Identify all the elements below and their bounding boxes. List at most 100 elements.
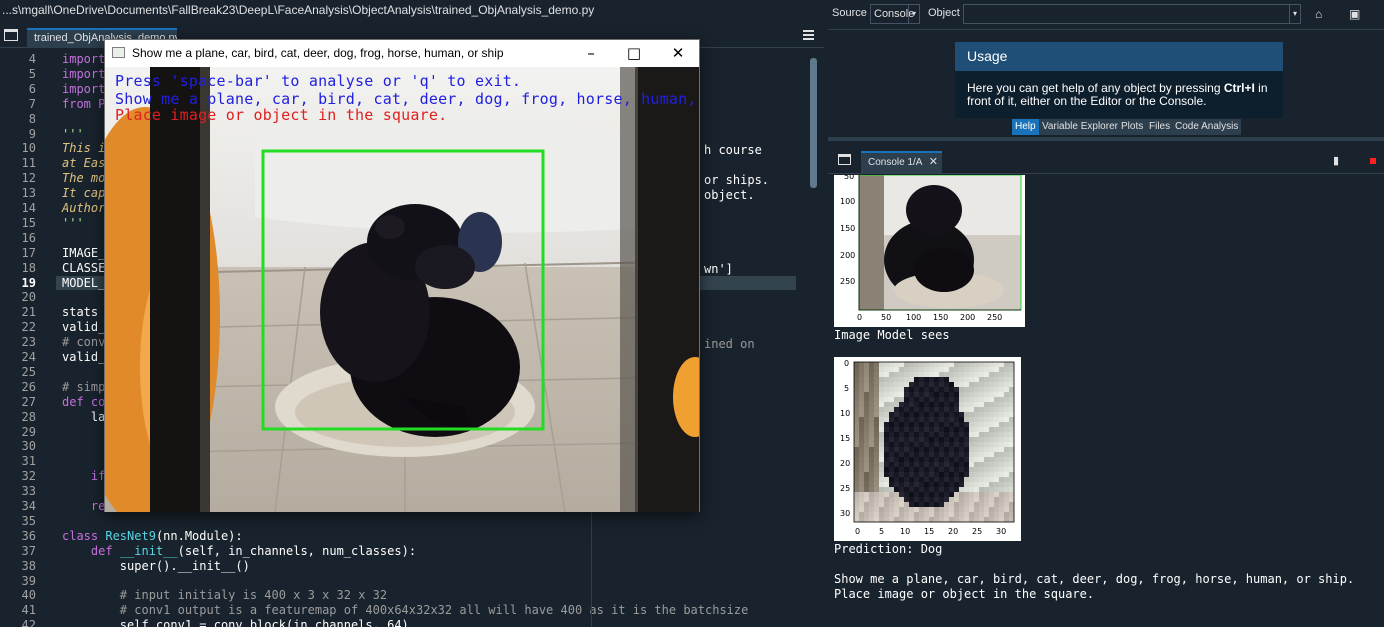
code-line: stats [62,305,106,319]
code-line: # simp [62,380,106,394]
prediction-text: Prediction: Dog [834,542,943,556]
line-number: 13 [21,186,36,200]
edge-line [591,512,592,627]
tab-plots[interactable]: Plots [1118,119,1147,135]
line-number: 10 [21,141,36,155]
console-output[interactable]: 50 100 150 200 250 0 50 100 150 200 250 … [828,175,1384,627]
code-line: MODEL_ [62,276,106,290]
line-number: 17 [21,246,36,260]
line-number: 32 [21,469,36,483]
code-line: This i [62,141,106,155]
line-number: 28 [21,410,36,424]
line-number: 20 [21,290,36,304]
lock-icon[interactable]: ▣ [1349,7,1360,21]
object-combobox[interactable]: ▾ [963,4,1301,24]
help-toolbar: Source Console ▾ Object ▾ ⌂ ▣ [828,3,1384,25]
line-number: 23 [21,335,36,349]
chevron-down-icon: ▾ [1289,5,1300,23]
code-line: def __init__(self, in_channels, num_clas… [90,544,417,558]
line-number: 5 [28,67,36,81]
code-line: valid_ [62,320,106,334]
close-button[interactable]: ✕ [656,40,700,67]
line-number: 8 [28,112,36,126]
help-content: Usage Here you can get help of any objec… [828,29,1384,118]
camera-frame-image [105,67,699,512]
line-number: 6 [28,82,36,96]
line-number: 37 [21,544,36,558]
camera-instruction-line3: Place image or object in the square. [115,106,448,124]
code-line: ''' [62,127,84,141]
code-line: ''' [62,216,84,230]
line-number: 25 [21,365,36,379]
source-label: Source [832,7,867,19]
line-number: 4 [28,52,36,66]
line-number: 42 [21,618,36,627]
line-number: 7 [28,97,36,111]
code-line: self.conv1 = conv_block(in_channels, 64) [62,618,409,627]
file-path-bar: ...s\mgall\OneDrive\Documents\FallBreak2… [0,0,824,22]
camera-window-titlebar[interactable]: Show me a plane, car, bird, cat, deer, d… [105,40,699,67]
code-line: at Eas [62,156,106,170]
camera-instruction-line1: Press 'space-bar' to analyse or 'q' to e… [115,72,522,90]
code-line: IMAGE_ [62,246,106,260]
console-tab-label: Console 1/A [868,157,922,168]
browse-tabs-icon[interactable] [838,154,851,165]
source-combobox[interactable]: Console ▾ [870,4,920,24]
line-number: 19 [21,276,36,290]
line-number: 41 [21,603,36,617]
line-number: 21 [21,305,36,319]
console-prompt-line1: Show me a plane, car, bird, cat, deer, d… [834,572,1355,586]
line-number: 40 [21,588,36,602]
console-tab-strip: Console 1/A ✕ ▮ [828,148,1384,174]
chevron-down-icon: ▾ [908,5,919,23]
stop-icon[interactable] [1370,158,1376,164]
console-prompt-line2: Place image or object in the square. [834,587,1095,601]
camera-feed: Press 'space-bar' to analyse or 'q' to e… [105,67,699,512]
line-number: 27 [21,395,36,409]
line-number: 34 [21,499,36,513]
camera-window[interactable]: Show me a plane, car, bird, cat, deer, d… [104,39,700,512]
line-number: 26 [21,380,36,394]
tab-files[interactable]: Files [1146,119,1174,135]
scrollbar-thumb[interactable] [810,58,817,188]
plot-image-model-sees: 50 100 150 200 250 0 50 100 150 200 250 [834,175,1025,327]
code-line: CLASSE [62,261,106,275]
plot-model-input: 0 5 10 15 20 25 30 0 5 10 15 20 25 30 [834,357,1021,541]
home-icon[interactable]: ⌂ [1315,7,1322,21]
close-icon[interactable]: ✕ [929,156,938,168]
line-number: 35 [21,514,36,528]
line-number: 31 [21,454,36,468]
remove-icon[interactable]: ▮ [1333,154,1339,167]
line-number: 33 [21,484,36,498]
line-number: 39 [21,574,36,588]
camera-window-title: Show me a plane, car, bird, cat, deer, d… [132,46,504,60]
code-fragment: object. [704,188,755,202]
code-line: import [62,82,106,96]
pane-tab-bar: Help Variable Explorer Plots Files Code … [828,118,1384,135]
console-tab[interactable]: Console 1/A ✕ [861,151,942,173]
code-line: super().__init__() [62,559,250,573]
code-line: valid_ [62,350,106,364]
code-line: class ResNet9(nn.Module): [62,529,243,543]
code-line: if [62,469,106,483]
tab-help[interactable]: Help [1012,119,1039,135]
pane-splitter[interactable] [828,137,1384,141]
line-number: 14 [21,201,36,215]
line-number: 29 [21,425,36,439]
browse-tabs-icon[interactable] [4,29,18,41]
minimize-button[interactable]: – [569,40,613,67]
code-line: The mo [62,171,106,185]
line-number: 24 [21,350,36,364]
line-number: 18 [21,261,36,275]
line-number: 16 [21,231,36,245]
object-label: Object [928,7,960,19]
line-number: 15 [21,216,36,230]
code-line: Author [62,201,106,215]
usage-text: Here you can get help of any object by p… [955,71,1283,118]
code-line: import [62,67,106,81]
maximize-button[interactable]: □ [612,40,656,67]
options-menu-icon[interactable] [803,30,814,40]
tab-variable-explorer[interactable]: Variable Explorer [1039,119,1121,135]
tab-code-analysis[interactable]: Code Analysis [1172,119,1242,135]
usage-panel: Usage Here you can get help of any objec… [955,42,1283,118]
